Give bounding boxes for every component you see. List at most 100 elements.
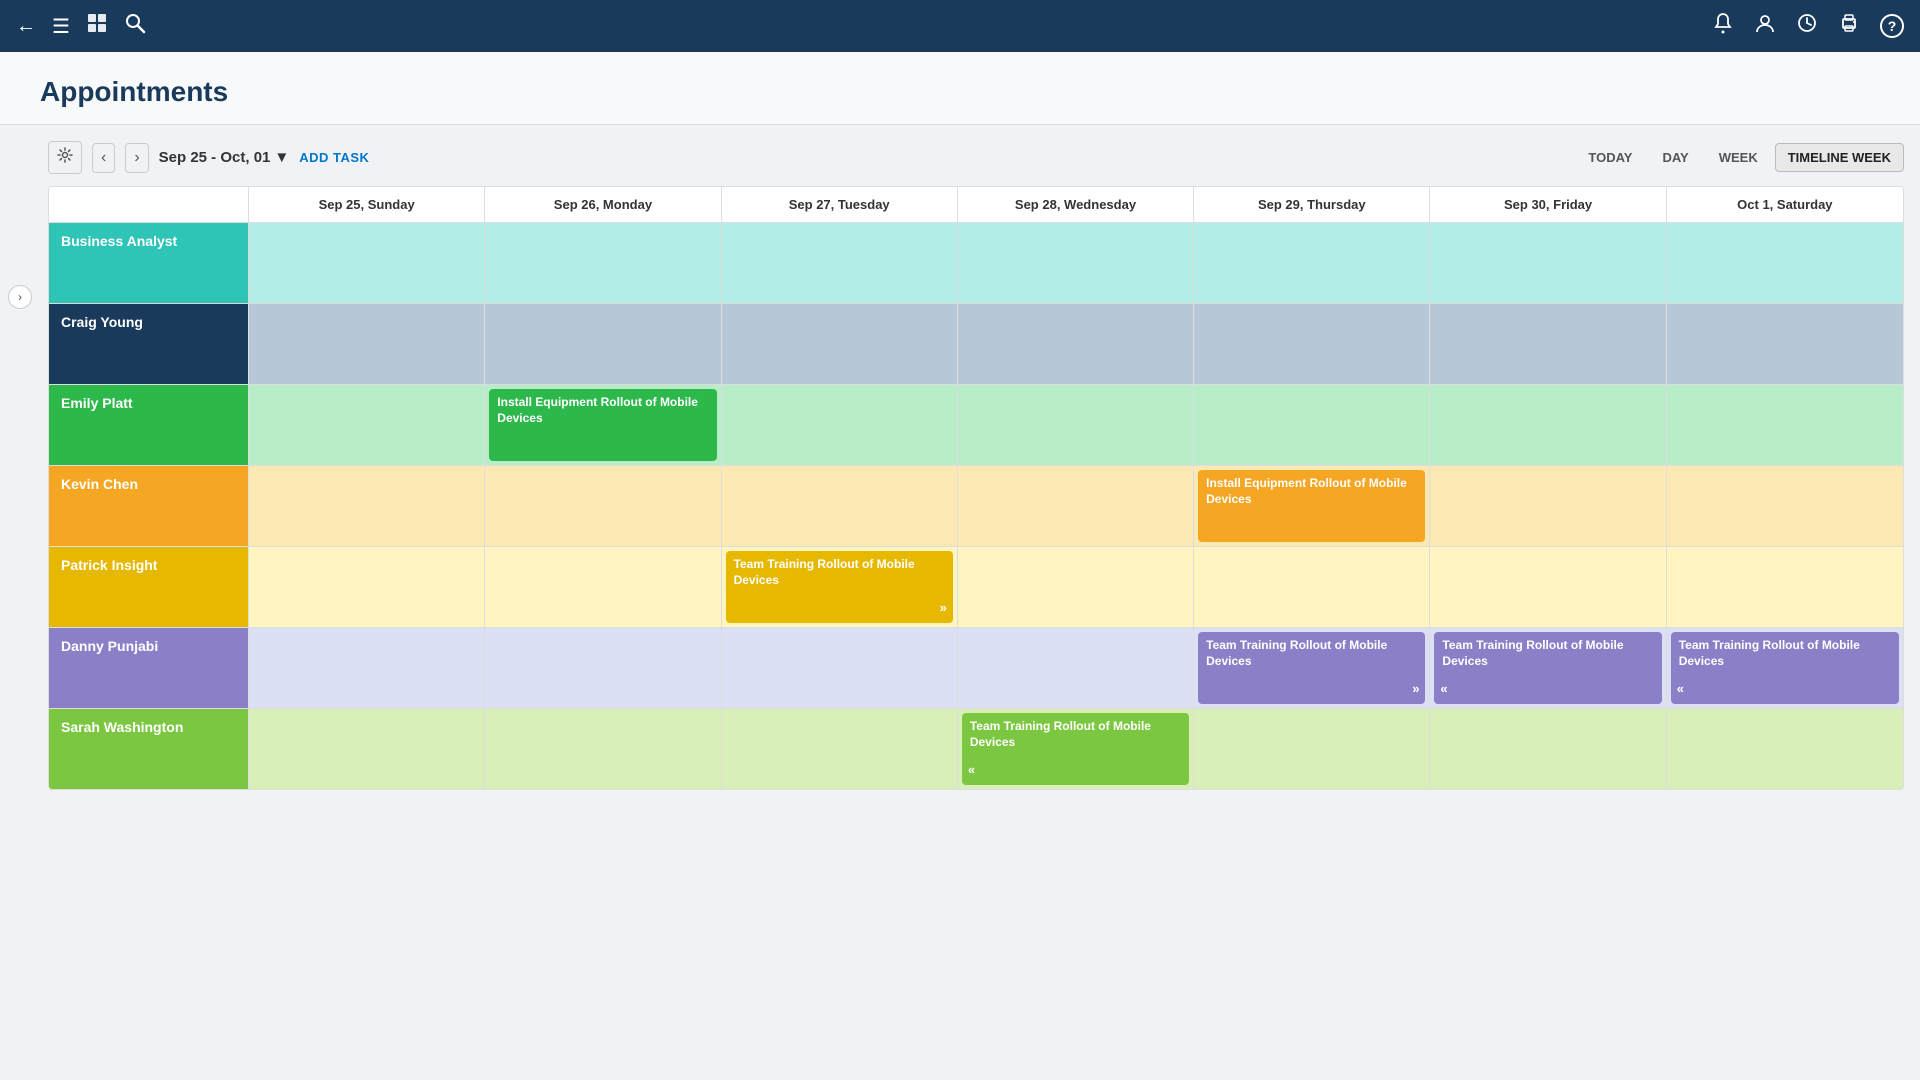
cell-cy-fri[interactable] — [1430, 304, 1666, 384]
left-arrow-icon: « — [1440, 681, 1447, 698]
event-kc-install[interactable]: Install Equipment Rollout of Mobile Devi… — [1198, 470, 1425, 542]
print-icon[interactable] — [1838, 12, 1860, 40]
cell-sw-fri[interactable] — [1430, 709, 1666, 789]
cell-sw-sun[interactable] — [249, 709, 485, 789]
cell-kc-sun[interactable] — [249, 466, 485, 546]
cell-sw-sat[interactable] — [1667, 709, 1903, 789]
cell-ba-fri[interactable] — [1430, 223, 1666, 303]
cell-dp-sat[interactable]: Team Training Rollout of Mobile Devices … — [1667, 628, 1903, 708]
cell-sw-wed[interactable]: Team Training Rollout of Mobile Devices … — [958, 709, 1194, 789]
event-dp-training-sat[interactable]: Team Training Rollout of Mobile Devices … — [1671, 632, 1899, 704]
cell-ba-mon[interactable] — [485, 223, 721, 303]
header-thu: Sep 29, Thursday — [1194, 187, 1430, 222]
settings-button[interactable] — [48, 141, 82, 174]
cell-ba-sat[interactable] — [1667, 223, 1903, 303]
cell-dp-thu[interactable]: Team Training Rollout of Mobile Devices … — [1194, 628, 1430, 708]
event-dp-training-thu[interactable]: Team Training Rollout of Mobile Devices … — [1198, 632, 1425, 704]
date-range-arrow: ▼ — [274, 149, 289, 166]
bell-icon[interactable] — [1712, 12, 1734, 40]
header-sun: Sep 25, Sunday — [249, 187, 485, 222]
cell-cy-sun[interactable] — [249, 304, 485, 384]
cell-ba-tue[interactable] — [722, 223, 958, 303]
cell-pi-mon[interactable] — [485, 547, 721, 627]
cell-ep-sun[interactable] — [249, 385, 485, 465]
sidebar-toggle[interactable]: › — [8, 285, 32, 309]
cell-dp-fri[interactable]: Team Training Rollout of Mobile Devices … — [1430, 628, 1666, 708]
topbar: ← ☰ ? — [0, 0, 1920, 52]
cell-sw-mon[interactable] — [485, 709, 721, 789]
cell-cy-sat[interactable] — [1667, 304, 1903, 384]
cell-ba-thu[interactable] — [1194, 223, 1430, 303]
cell-kc-sat[interactable] — [1667, 466, 1903, 546]
cell-cy-thu[interactable] — [1194, 304, 1430, 384]
cell-cy-wed[interactable] — [958, 304, 1194, 384]
cell-dp-tue[interactable] — [722, 628, 958, 708]
table-row: Danny Punjabi Team Training Rollout of M… — [49, 628, 1903, 709]
table-row: Craig Young — [49, 304, 1903, 385]
cell-ba-wed[interactable] — [958, 223, 1194, 303]
cell-cy-mon[interactable] — [485, 304, 721, 384]
cell-dp-wed[interactable] — [958, 628, 1194, 708]
header-wed: Sep 28, Wednesday — [958, 187, 1194, 222]
cell-pi-wed[interactable] — [958, 547, 1194, 627]
today-button[interactable]: TODAY — [1575, 143, 1645, 172]
table-row: Sarah Washington Team Training Rollout o… — [49, 709, 1903, 789]
cell-pi-thu[interactable] — [1194, 547, 1430, 627]
row-name-business-analyst: Business Analyst — [49, 223, 249, 303]
header-fri: Sep 30, Friday — [1430, 187, 1666, 222]
right-arrow-icon: » — [1412, 681, 1419, 698]
table-row: Business Analyst — [49, 223, 1903, 304]
timeline-week-button[interactable]: TIMELINE WEEK — [1775, 143, 1904, 172]
row-name-craig-young: Craig Young — [49, 304, 249, 384]
cell-ep-wed[interactable] — [958, 385, 1194, 465]
add-task-button[interactable]: ADD TASK — [299, 150, 369, 165]
building-icon[interactable] — [86, 12, 108, 40]
row-name-emily-platt: Emily Platt — [49, 385, 249, 465]
cell-pi-fri[interactable] — [1430, 547, 1666, 627]
cell-kc-mon[interactable] — [485, 466, 721, 546]
help-icon[interactable]: ? — [1880, 14, 1904, 38]
cell-ep-sat[interactable] — [1667, 385, 1903, 465]
cell-kc-tue[interactable] — [722, 466, 958, 546]
cell-cy-tue[interactable] — [722, 304, 958, 384]
cell-kc-wed[interactable] — [958, 466, 1194, 546]
date-range-button[interactable]: Sep 25 - Oct, 01 ▼ — [159, 149, 290, 166]
clock-icon[interactable] — [1796, 12, 1818, 40]
event-dp-training-fri[interactable]: Team Training Rollout of Mobile Devices … — [1434, 632, 1661, 704]
header-empty — [49, 187, 249, 222]
toolbar-right: TODAY DAY WEEK TIMELINE WEEK — [1575, 143, 1904, 172]
cell-ep-mon[interactable]: Install Equipment Rollout of Mobile Devi… — [485, 385, 721, 465]
back-icon[interactable]: ← — [16, 15, 36, 38]
cell-sw-thu[interactable] — [1194, 709, 1430, 789]
header-tue: Sep 27, Tuesday — [722, 187, 958, 222]
week-button[interactable]: WEEK — [1706, 143, 1771, 172]
cell-pi-sun[interactable] — [249, 547, 485, 627]
cell-ep-tue[interactable] — [722, 385, 958, 465]
calendar-toolbar: ‹ › Sep 25 - Oct, 01 ▼ ADD TASK TODAY DA… — [48, 141, 1904, 174]
cell-ep-thu[interactable] — [1194, 385, 1430, 465]
cell-ba-sun[interactable] — [249, 223, 485, 303]
prev-button[interactable]: ‹ — [92, 143, 115, 173]
cell-pi-sat[interactable] — [1667, 547, 1903, 627]
header-sat: Oct 1, Saturday — [1667, 187, 1903, 222]
cell-sw-tue[interactable] — [722, 709, 958, 789]
calendar-container: ‹ › Sep 25 - Oct, 01 ▼ ADD TASK TODAY DA… — [40, 125, 1920, 806]
cell-ep-fri[interactable] — [1430, 385, 1666, 465]
event-ep-install[interactable]: Install Equipment Rollout of Mobile Devi… — [489, 389, 716, 461]
cell-pi-tue[interactable]: Team Training Rollout of Mobile Devices … — [722, 547, 958, 627]
event-sw-training[interactable]: Team Training Rollout of Mobile Devices … — [962, 713, 1189, 785]
user-icon[interactable] — [1754, 12, 1776, 40]
day-button[interactable]: DAY — [1649, 143, 1701, 172]
event-pi-training[interactable]: Team Training Rollout of Mobile Devices … — [726, 551, 953, 623]
row-name-danny-punjabi: Danny Punjabi — [49, 628, 249, 708]
table-row: Kevin Chen Install Equipment Rollout of … — [49, 466, 1903, 547]
cell-kc-thu[interactable]: Install Equipment Rollout of Mobile Devi… — [1194, 466, 1430, 546]
topbar-right: ? — [1712, 12, 1904, 40]
search-icon[interactable] — [124, 12, 146, 40]
table-row: Emily Platt Install Equipment Rollout of… — [49, 385, 1903, 466]
cell-dp-sun[interactable] — [249, 628, 485, 708]
menu-icon[interactable]: ☰ — [52, 14, 70, 39]
cell-dp-mon[interactable] — [485, 628, 721, 708]
cell-kc-fri[interactable] — [1430, 466, 1666, 546]
next-button[interactable]: › — [125, 143, 148, 173]
